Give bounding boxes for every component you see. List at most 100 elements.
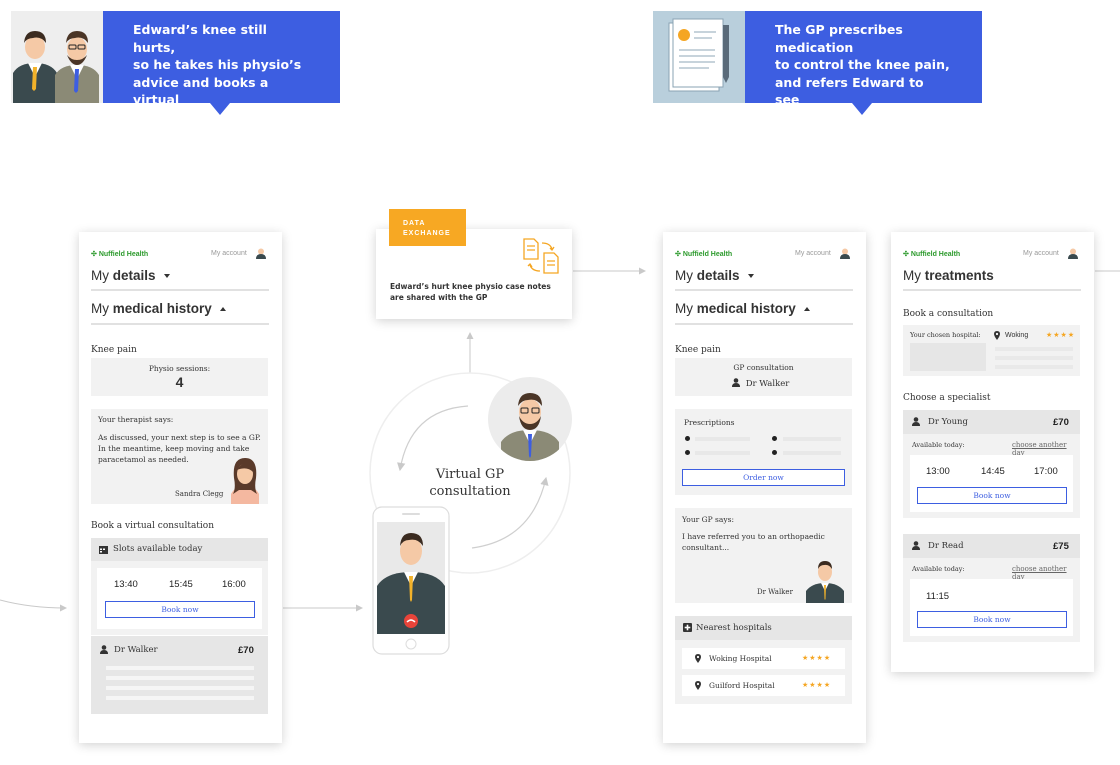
specialist-name: Dr Young [928,417,968,427]
specialist-slots: Available today: choose another day 13:0… [903,434,1080,518]
slot-time[interactable]: 15:45 [169,579,193,590]
slot-time[interactable]: 17:00 [1034,466,1058,477]
prescriptions-label: Prescriptions [684,418,735,427]
sessions-value: 4 [175,374,184,390]
phone-video-call [372,506,450,655]
prescription-clipboard-icon [653,11,745,103]
slot-time[interactable]: 16:00 [222,579,246,590]
nearest-hospitals-label: Nearest hospitals [696,623,772,633]
hospital-row[interactable]: Woking Hospital ★★★★ [682,648,845,669]
price: £75 [1053,541,1069,552]
nuffield-logo: ✣ Nuffield Health [675,251,733,258]
data-exchange-tag: DATA EXCHANGE [389,209,466,246]
callout-2-line-1: The GP prescribes medication [775,22,903,55]
story-callout-1: Edward’s knee still hurts, so he takes h… [11,11,340,125]
person-icon [100,645,108,654]
star-rating: ★★★★ [1046,331,1076,339]
slot-time[interactable]: 13:40 [114,579,138,590]
exchange-text: Edward’s hurt knee physio case notes are… [390,282,551,302]
chosen-hospital-box: Your chosen hospital: Woking ★★★★ [903,325,1080,376]
therapist-avatar [231,458,259,504]
therapist-label: Your therapist says: [98,415,174,424]
specialist-header: Dr Read £75 [903,534,1080,558]
chevron-down-icon [163,274,170,279]
location-pin-icon [695,681,701,690]
doctor-name: Dr Walker [114,645,158,655]
hospital-thumbnail [910,343,986,371]
hospitals-list: Woking Hospital ★★★★ Guilford Hospital ★… [675,640,852,704]
story-callout-2: The GP prescribes medication to control … [653,11,982,142]
my-account-link[interactable]: My account [1023,250,1059,257]
physio-sessions-box: Physio sessions: 4 [91,358,268,396]
book-now-button[interactable]: Book now [917,487,1067,504]
divider [675,289,853,291]
my-account-link[interactable]: My account [795,250,831,257]
doctor-row: Dr Walker £70 [91,636,268,714]
available-label: Available today: [912,441,965,449]
person-icon [732,378,740,387]
my-account-link[interactable]: My account [211,250,247,257]
medical-history-toggle[interactable]: My medical history [675,301,810,316]
specialist-header: Dr Young £70 [903,410,1080,434]
gp-message-box: Your GP says: I have referred you to an … [675,508,852,603]
cycle-label: Virtual GP consultation [429,467,511,499]
my-treatments-heading: My treatments [903,268,994,283]
tag-line: DATA [403,220,426,227]
chevron-down-icon [747,274,754,279]
document-exchange-icon [523,238,559,274]
callout-1-line-1: Edward’s knee still hurts, [133,22,267,55]
phone-screen-medical-history-2: ✣ Nuffield Health My account My details … [663,232,866,743]
divider [903,289,1081,291]
available-label: Available today: [912,565,965,573]
divider [91,323,269,325]
two-men-icon [11,11,103,103]
therapist-name: Sandra Clegg [175,490,224,498]
gp-name: Dr Walker [745,379,790,389]
phone-screen-medical-history-1: ✣ Nuffield Health My account My details … [79,232,282,743]
slot-time[interactable]: 14:45 [981,466,1005,477]
therapist-message-box: Your therapist says: As discussed, your … [91,409,268,504]
sessions-label: Physio sessions: [148,364,211,373]
phone-screen-treatments: ✣ Nuffield Health My account My treatmen… [891,232,1094,672]
person-icon [912,541,920,550]
gp-signature: Dr Walker [757,588,793,596]
user-avatar-icon[interactable] [256,248,266,259]
nuffield-logo: ✣ Nuffield Health [903,251,961,258]
gp-says-label: Your GP says: [682,515,734,524]
gp-doctor-avatar [806,561,844,603]
chevron-up-icon [219,307,226,312]
prescriptions-box: Prescriptions Order now [675,409,852,495]
specialist-name: Dr Read [928,541,964,551]
book-consultation-label: Book a consultation [903,309,994,319]
specialist-slots: Available today: choose another day 11:1… [903,558,1080,642]
callout-2-line-2: to control the knee pain, [775,57,950,72]
person-icon [912,417,920,426]
location-pin-icon [994,331,1000,340]
star-rating: ★★★★ [802,654,832,662]
gp-name-row: Dr Walker [732,378,789,389]
calendar-icon [99,546,108,554]
slots-panel: 13:40 15:45 16:00 Book now [91,561,268,635]
my-details-toggle[interactable]: My details [675,268,754,283]
book-now-button[interactable]: Book now [917,611,1067,628]
nearest-hospitals-header: Nearest hospitals [675,616,852,640]
slots-label: Slots available today [113,544,203,554]
slot-time[interactable]: 13:00 [926,466,950,477]
hospital-cross-icon [683,623,692,632]
order-now-button[interactable]: Order now [682,469,845,486]
book-now-button[interactable]: Book now [105,601,255,618]
user-avatar-icon[interactable] [1068,248,1078,259]
slot-time[interactable]: 11:15 [926,591,949,602]
divider [91,289,269,291]
end-call-icon [404,614,418,628]
gp-consultation-box: GP consultation Dr Walker [675,358,852,396]
my-details-toggle[interactable]: My details [91,268,170,283]
slots-header: Slots available today [91,538,268,561]
medical-history-toggle[interactable]: My medical history [91,301,226,316]
user-avatar-icon[interactable] [840,248,850,259]
price: £70 [1053,417,1069,428]
brand-name: Nuffield Health [682,251,733,258]
hospital-name: Woking Hospital [709,654,772,663]
hospital-row[interactable]: Guilford Hospital ★★★★ [682,675,845,696]
divider [675,323,853,325]
